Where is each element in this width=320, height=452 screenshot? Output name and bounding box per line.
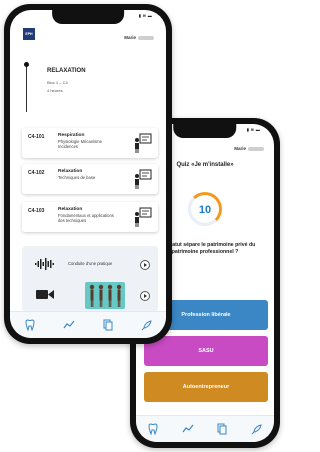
app-logo: EPH xyxy=(23,28,35,40)
course-code: C4-102 xyxy=(28,170,45,176)
blurred-surname xyxy=(248,146,264,151)
timer-value: 10 xyxy=(198,204,212,216)
phone-notch xyxy=(52,10,124,24)
answer-sasu[interactable]: SASU xyxy=(144,336,268,366)
status-icons: ▮ ≋ ▬ xyxy=(138,13,152,18)
bottom-tab-bar xyxy=(10,311,166,338)
bottom-tab-bar xyxy=(136,415,274,442)
course-title: Relaxation xyxy=(58,207,83,212)
blurred-surname xyxy=(138,35,154,40)
teacher-board-icon xyxy=(135,169,152,189)
teacher-board-icon xyxy=(135,133,152,153)
audio-label: Conduite d'une pratique xyxy=(68,261,113,266)
course-card-c4-101[interactable]: C4-101 Respiration Physiologie Mécanisme… xyxy=(22,128,158,158)
course-code: C4-103 xyxy=(28,208,45,214)
course-title: Relaxation xyxy=(58,169,83,174)
course-description: Physiologie Mécanisme Incidences xyxy=(58,139,102,149)
course-screen: ▮ ≋ ▬ EPH Marie RELAXATION Bloc 1 – C4 4… xyxy=(10,10,166,338)
course-title: Respiration xyxy=(58,133,85,138)
course-code: C4-101 xyxy=(28,134,45,140)
status-icons: ▮ ≋ ▬ xyxy=(246,127,260,132)
user-name: Marie xyxy=(124,35,154,40)
module-blocs: Bloc 1 – C4 xyxy=(47,80,68,85)
video-camera-icon xyxy=(36,290,54,299)
course-description: Fondamentaux et applications des techniq… xyxy=(58,213,114,223)
module-duration: 4 heures xyxy=(47,88,63,93)
play-audio-button[interactable] xyxy=(140,260,150,270)
course-card-c4-102[interactable]: C4-102 Relaxation Techniques de base xyxy=(22,164,158,194)
media-panel: Conduite d'une pratique xyxy=(22,246,158,312)
answer-autoentrepreneur[interactable]: Autoentrepreneur xyxy=(144,372,268,402)
documents-icon[interactable] xyxy=(101,318,115,332)
phone-notch xyxy=(173,124,237,138)
chart-icon[interactable] xyxy=(62,318,76,332)
tooth-icon[interactable] xyxy=(23,318,37,332)
timeline-dot xyxy=(24,62,29,67)
video-thumbnail[interactable] xyxy=(85,282,125,309)
documents-icon[interactable] xyxy=(215,422,229,436)
countdown-timer: 10 xyxy=(188,192,222,226)
module-title: RELAXATION xyxy=(47,68,86,74)
module-timeline xyxy=(26,62,27,112)
chart-icon[interactable] xyxy=(181,422,195,436)
course-phone: ▮ ≋ ▬ EPH Marie RELAXATION Bloc 1 – C4 4… xyxy=(4,4,172,344)
play-video-button[interactable] xyxy=(140,291,150,301)
tooth-icon[interactable] xyxy=(146,422,160,436)
exercise-figures-icon xyxy=(89,284,122,307)
rocket-icon[interactable] xyxy=(140,318,154,332)
course-description: Techniques de base xyxy=(58,175,96,180)
rocket-icon[interactable] xyxy=(250,422,264,436)
user-name: Marie xyxy=(234,146,264,151)
course-card-c4-103[interactable]: C4-103 Relaxation Fondamentaux et applic… xyxy=(22,202,158,232)
teacher-board-icon xyxy=(135,207,152,227)
audio-waveform-icon xyxy=(35,258,54,270)
